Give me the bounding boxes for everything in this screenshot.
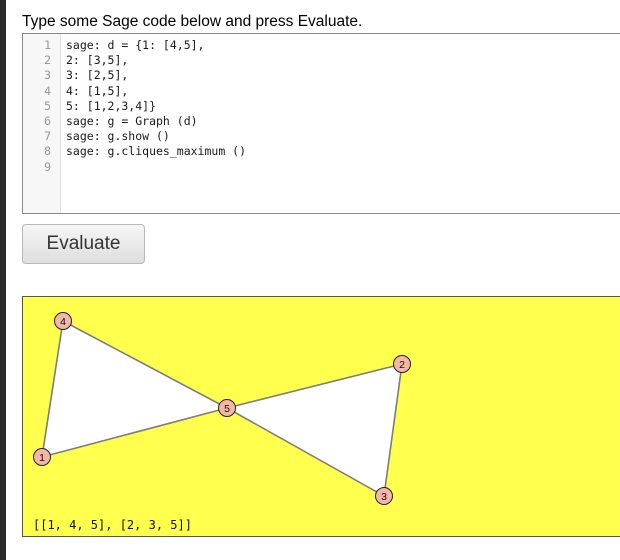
node-label: 4 [60,316,66,328]
editor-gutter: 1 2 3 4 5 6 7 8 9 [23,34,61,213]
code-line[interactable]: 3: [2,5], [66,68,246,83]
node-label: 5 [224,403,230,415]
line-number: 3 [44,68,51,83]
clique-fill [227,364,402,496]
evaluate-button[interactable]: Evaluate [22,224,145,264]
line-number: 5 [44,98,51,113]
node-label: 3 [381,491,387,503]
graph-node-1: 1 [33,448,51,466]
node-label: 2 [399,359,405,371]
code-line[interactable]: 5: [1,2,3,4]} [66,99,246,114]
node-label: 1 [39,452,45,464]
line-number: 4 [44,83,51,98]
graph-node-4: 4 [54,312,72,330]
result-text: [[1, 4, 5], [2, 3, 5]] [33,518,192,532]
line-numbers: 1 2 3 4 5 6 7 8 9 [23,34,60,175]
code-line[interactable]: 4: [1,5], [66,84,246,99]
code-line[interactable] [66,160,246,175]
code-line[interactable]: sage: g = Graph (d) [66,114,246,129]
line-number: 7 [44,129,51,144]
clique-fill [42,321,227,457]
code-line[interactable]: sage: g.cliques_maximum () [66,144,246,159]
line-number: 2 [44,53,51,68]
line-number: 6 [44,114,51,129]
code-line[interactable]: sage: d = {1: [4,5], [66,38,246,53]
instructions-text: Type some Sage code below and press Eval… [22,13,363,30]
code-line[interactable]: sage: g.show () [66,129,246,144]
window-left-border [0,0,6,560]
graph-node-5: 5 [218,399,236,417]
line-number: 8 [44,144,51,159]
code-line[interactable]: 2: [3,5], [66,53,246,68]
graph-node-3: 3 [375,487,393,505]
output-panel: 1 2 3 4 5 [[1, 4, 5], [2, 3, 5]] [22,296,620,537]
code-editor[interactable]: 1 2 3 4 5 6 7 8 9 sage: d = {1: [4,5], 2… [22,33,620,214]
line-number: 9 [44,159,51,174]
graph-node-2: 2 [393,355,411,373]
line-number: 1 [44,38,51,52]
code-lines[interactable]: sage: d = {1: [4,5], 2: [3,5], 3: [2,5],… [66,34,246,175]
graph-plot: 1 2 3 4 5 [33,312,411,505]
